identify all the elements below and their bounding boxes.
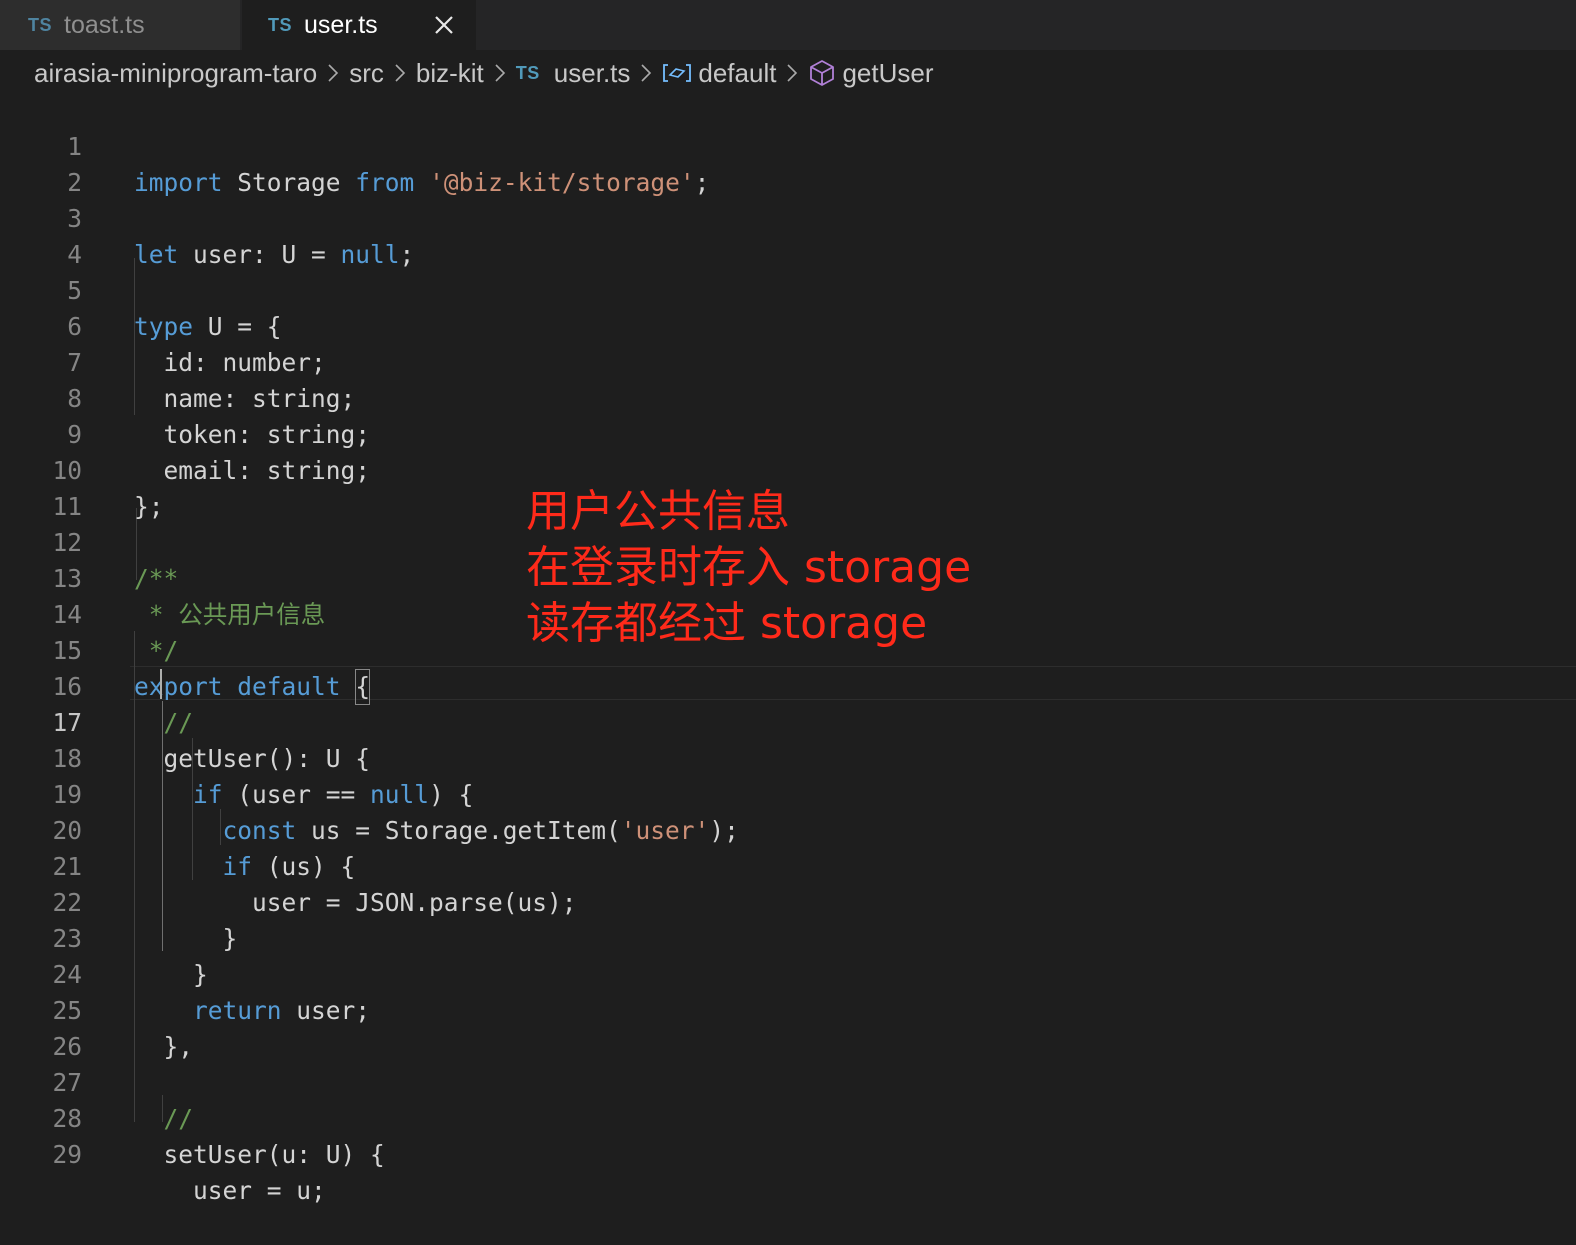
code-line: 27 //	[0, 1029, 1576, 1133]
chevron-right-icon	[494, 62, 506, 84]
breadcrumb-getuser-label: getUser	[842, 57, 934, 88]
breadcrumb-item-getuser[interactable]: getUser	[808, 57, 934, 89]
tab-label: toast.ts	[64, 10, 145, 39]
breadcrumb-item-src[interactable]: src	[349, 58, 384, 89]
code-text: user = u;	[134, 1176, 326, 1205]
tab-user-ts[interactable]: TS user.ts	[242, 0, 476, 50]
method-cube-icon	[808, 59, 836, 87]
code-line: 29 user = u;	[0, 1101, 1576, 1205]
tab-toast-ts[interactable]: TS toast.ts	[0, 0, 240, 50]
annotation-note: 用户公共信息 在登录时存入 storage 读存都经过 storage	[526, 484, 971, 652]
code-line: 21 user = JSON.parse(us);	[0, 813, 1576, 917]
line-number: 29	[52, 1140, 82, 1169]
breadcrumb: airasia-miniprogram-taro src biz-kit TS …	[34, 52, 934, 94]
code-line: 9 email: string;	[0, 381, 1576, 485]
code-line: 18 if (user == null) {	[0, 705, 1576, 809]
chevron-right-icon	[786, 62, 798, 84]
breadcrumb-item-file[interactable]: TS user.ts	[516, 58, 631, 89]
breadcrumb-file-label: user.ts	[553, 57, 631, 88]
chevron-right-icon	[394, 62, 406, 84]
breadcrumb-item-biz-kit[interactable]: biz-kit	[416, 58, 484, 89]
code-line: 7 name: string;	[0, 309, 1576, 413]
code-line: 1 import Storage from '@biz-kit/storage'…	[0, 93, 1576, 197]
code-line: 5 type U = {	[0, 237, 1576, 341]
code-line: 20 if (us) {	[0, 777, 1576, 881]
breadcrumb-item-project[interactable]: airasia-miniprogram-taro	[34, 58, 317, 89]
breadcrumb-default-label: default	[698, 57, 777, 88]
annotation-line: 读存都经过 storage	[526, 598, 928, 649]
text-cursor	[160, 669, 162, 699]
tab-label: user.ts	[304, 10, 378, 39]
code-line: 10 };	[0, 417, 1576, 521]
typescript-file-icon: TS	[515, 62, 540, 83]
chevron-right-icon	[640, 62, 652, 84]
code-line: 23 }	[0, 885, 1576, 989]
code-line: 24 return user;	[0, 921, 1576, 1025]
annotation-line: 用户公共信息	[526, 486, 790, 537]
code-line: 19 const us = Storage.getItem('user');	[0, 741, 1576, 845]
code-text: setUser(u: U) {	[134, 1140, 385, 1169]
code-line: 6 id: number;	[0, 273, 1576, 377]
typescript-file-icon: TS	[268, 14, 293, 35]
code-line: 25 },	[0, 957, 1576, 1061]
breadcrumb-item-default[interactable]: default	[662, 58, 776, 89]
editor-tab-bar: TS toast.ts TS user.ts	[0, 0, 1576, 50]
code-line: 3 let user: U = null;	[0, 165, 1576, 269]
typescript-file-icon: TS	[28, 14, 53, 35]
code-line: 4	[0, 201, 1576, 269]
code-line: 2	[0, 129, 1576, 197]
close-icon[interactable]	[432, 13, 456, 37]
code-line: 8 token: string;	[0, 345, 1576, 449]
code-line: 26	[0, 993, 1576, 1061]
chevron-right-icon	[327, 62, 339, 84]
annotation-line: 在登录时存入 storage	[526, 542, 972, 593]
code-line: 22 }	[0, 849, 1576, 953]
code-line-current: 17 getUser(): U {	[0, 669, 1576, 773]
code-line: 28 setUser(u: U) {	[0, 1065, 1576, 1169]
variable-icon	[662, 61, 692, 85]
